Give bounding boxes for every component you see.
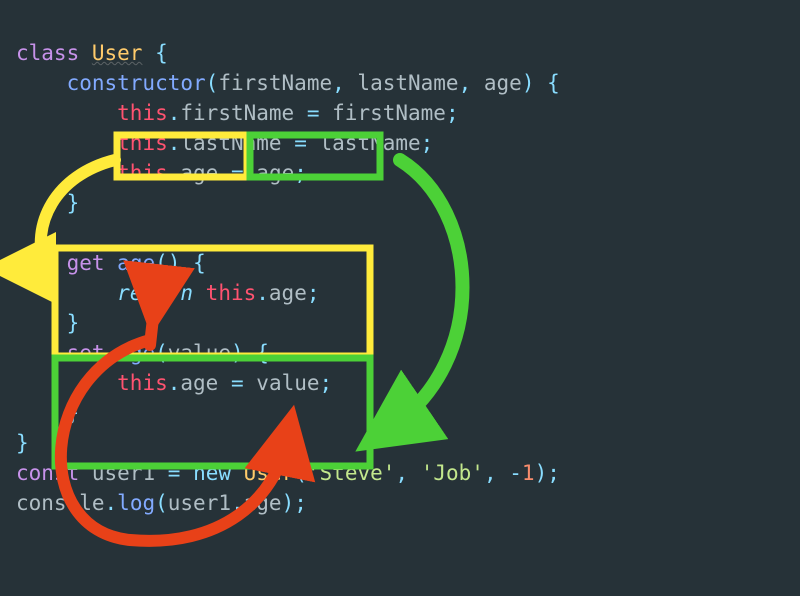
code-line: this.lastName = lastName; xyxy=(16,131,433,155)
code-line: constructor(firstName, lastName, age) { xyxy=(16,71,560,95)
code-line: } xyxy=(16,191,79,215)
open-brace: { xyxy=(155,41,168,65)
code-line: } xyxy=(16,311,79,335)
code-line: console.log(user1.age); xyxy=(16,491,307,515)
class-name: User xyxy=(92,41,143,65)
keyword-class: class xyxy=(16,41,79,65)
code-line: set age(value) { xyxy=(16,341,269,365)
code-line: this.age = age; xyxy=(16,161,307,185)
code-line: this.firstName = firstName; xyxy=(16,101,459,125)
code-line: return this.age; xyxy=(16,281,320,305)
code-line: get age() { xyxy=(16,251,206,275)
code-editor: class User { constructor(firstName, last… xyxy=(0,0,800,518)
code-line: } xyxy=(16,431,29,455)
code-line: } xyxy=(16,401,79,425)
code-line xyxy=(16,221,29,245)
code-line: class User { xyxy=(16,41,168,65)
code-line: const user1 = new User('Steve', 'Job', -… xyxy=(16,461,560,485)
constructor: constructor xyxy=(67,71,206,95)
code-line: this.age = value; xyxy=(16,371,332,395)
